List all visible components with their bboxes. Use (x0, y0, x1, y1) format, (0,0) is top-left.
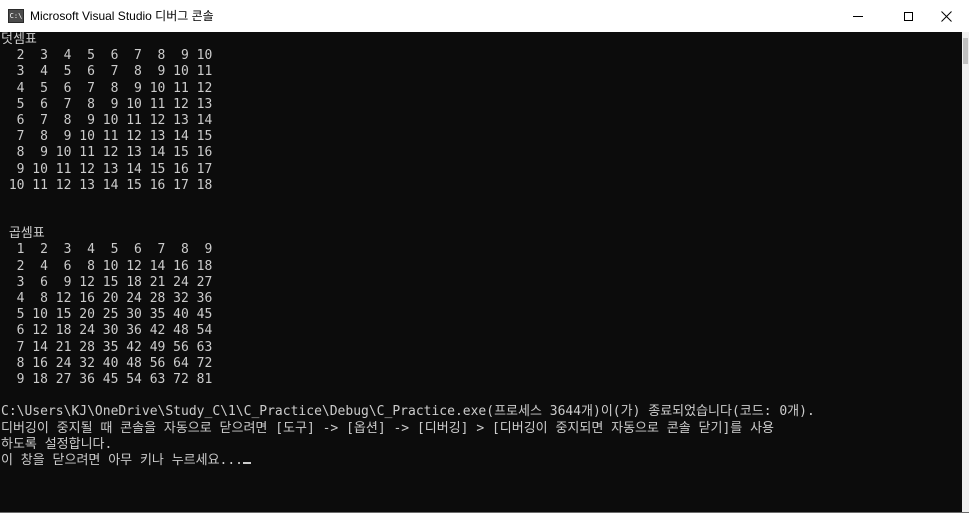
console-line: 9 10 11 12 13 14 15 16 17 (1, 161, 213, 177)
minimize-icon (853, 15, 863, 17)
console-window: C:\ Microsoft Visual Studio 디버그 콘솔 덧셈표 2… (0, 0, 969, 513)
title-bar[interactable]: C:\ Microsoft Visual Studio 디버그 콘솔 (0, 0, 969, 32)
scrollbar-thumb[interactable] (963, 38, 968, 64)
console-line: C:\Users\KJ\OneDrive\Study_C\1\C_Practic… (1, 404, 815, 420)
console-line-text: 이 창을 닫으려면 아무 키나 누르세요... (1, 452, 244, 468)
console-output[interactable]: 덧셈표 2 3 4 5 6 7 8 9 10 3 4 5 6 7 8 9 10 … (0, 32, 962, 513)
close-icon (940, 10, 952, 22)
console-line: 덧셈표 (1, 32, 37, 47)
console-line: 6 7 8 9 10 11 12 13 14 (1, 112, 213, 128)
console-line: 5 10 15 20 25 30 35 40 45 (1, 307, 213, 323)
maximize-icon (903, 11, 913, 21)
console-line: 8 9 10 11 12 13 14 15 16 (1, 145, 213, 161)
console-line: 3 4 5 6 7 8 9 10 11 (1, 64, 213, 80)
console-line: 5 6 7 8 9 10 11 12 13 (1, 96, 213, 112)
vertical-scrollbar[interactable] (962, 32, 969, 513)
minimize-button[interactable] (835, 0, 881, 32)
console-line: 9 18 27 36 45 54 63 72 81 (1, 371, 213, 387)
console-line: 7 8 9 10 11 12 13 14 15 (1, 129, 213, 145)
console-line: 1 2 3 4 5 6 7 8 9 (1, 242, 213, 258)
console-prompt-line: 이 창을 닫으려면 아무 키나 누르세요... (0, 453, 962, 469)
console-line: 7 14 21 28 35 42 49 56 63 (1, 339, 213, 355)
console-line: 8 16 24 32 40 48 56 64 72 (1, 355, 213, 371)
console-line: 하도록 설정합니다. (1, 436, 113, 452)
console-line: 4 8 12 16 20 24 28 32 36 (1, 291, 213, 306)
console-line: 3 6 9 12 15 18 21 24 27 (1, 274, 213, 290)
console-line: 디버깅이 중지될 때 콘솔을 자동으로 닫으려면 [도구] -> [옵션] ->… (1, 420, 775, 436)
console-line: 6 12 18 24 30 36 42 48 54 (1, 323, 213, 339)
close-button[interactable] (923, 0, 969, 32)
console-line: 10 11 12 13 14 15 16 17 18 (1, 177, 213, 193)
console-line: 곱셈표 (1, 226, 45, 242)
console-line: 2 4 6 8 10 12 14 16 18 (1, 258, 213, 274)
window-title: Microsoft Visual Studio 디버그 콘솔 (30, 9, 214, 23)
console-line: 4 5 6 7 8 9 10 11 12 (1, 80, 213, 96)
text-cursor (243, 461, 252, 464)
console-app-icon: C:\ (8, 9, 24, 23)
console-line: 2 3 4 5 6 7 8 9 10 (1, 48, 213, 64)
